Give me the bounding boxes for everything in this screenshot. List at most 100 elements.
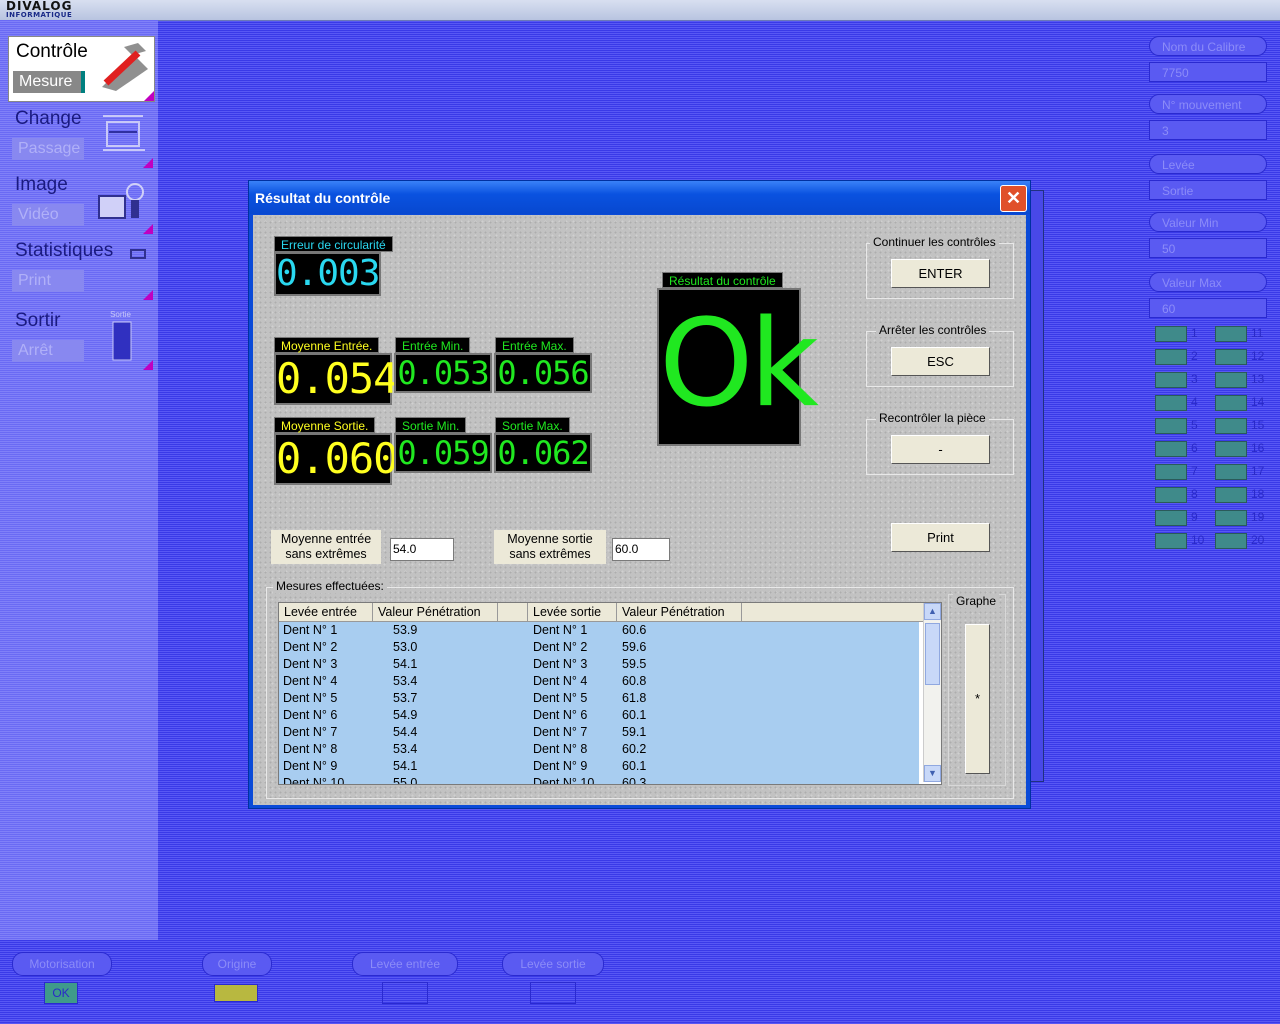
led-indicator <box>1155 349 1187 365</box>
motorisation-status: OK <box>44 982 78 1004</box>
levee-entree-indicator <box>382 982 428 1004</box>
cell-levee-sortie: Dent N° 7 <box>533 725 588 739</box>
levee-entree-label: Levée entrée <box>352 952 458 976</box>
col-valeur-sortie[interactable]: Valeur Pénétration <box>617 603 742 621</box>
led-number: 10 <box>1191 533 1205 547</box>
menu-sub-arret[interactable]: Arrêt <box>12 340 84 362</box>
scroll-up-icon[interactable]: ▲ <box>924 603 941 620</box>
led-indicator <box>1215 441 1247 457</box>
cell-levee-sortie: Dent N° 4 <box>533 674 588 688</box>
cell-valeur-sortie: 59.6 <box>622 640 647 654</box>
graphe-button[interactable]: * <box>965 624 990 774</box>
led-number: 5 <box>1191 418 1198 432</box>
menu-sub-video[interactable]: Vidéo <box>12 204 84 226</box>
sortie-max-label: Sortie Max. <box>495 417 570 433</box>
led-indicator <box>1215 372 1247 388</box>
esc-button[interactable]: ESC <box>891 347 990 376</box>
led-indicator <box>1215 487 1247 503</box>
led-number: 12 <box>1251 349 1265 363</box>
change-icon <box>103 115 145 151</box>
col-levee-sortie[interactable]: Levée sortie <box>528 603 617 621</box>
led-indicator <box>1215 395 1247 411</box>
exit-icon <box>112 321 132 361</box>
led-indicator <box>1215 349 1247 365</box>
led-number: 15 <box>1251 418 1265 432</box>
cell-valeur-entree: 53.0 <box>393 640 418 654</box>
moyenne-entree-label: Moyenne Entrée. <box>274 337 380 353</box>
nom-calibre-label: Nom du Calibre <box>1149 36 1267 56</box>
cell-levee-sortie: Dent N° 2 <box>533 640 588 654</box>
table-row[interactable]: Dent N° 7 54.4 Dent N° 7 59.1 <box>279 724 919 742</box>
led-indicator <box>1155 533 1187 549</box>
mouvement-label: N° mouvement <box>1149 94 1267 114</box>
cell-valeur-sortie: 59.1 <box>622 725 647 739</box>
cell-valeur-entree: 53.7 <box>393 691 418 705</box>
scroll-down-icon[interactable]: ▼ <box>924 765 941 782</box>
enter-button[interactable]: ENTER <box>891 259 990 288</box>
sidebar: Contrôle Mesure Change Passage Image Vid… <box>0 20 158 940</box>
table-row[interactable]: Dent N° 10 55.0 Dent N° 10 60.3 <box>279 775 919 785</box>
cell-levee-entree: Dent N° 2 <box>283 640 338 654</box>
menu-sub-passage[interactable]: Passage <box>12 138 84 160</box>
menu-sub-mesure[interactable]: Mesure <box>13 71 85 93</box>
led-number: 6 <box>1191 441 1198 455</box>
arreter-label: Arrêter les contrôles <box>876 323 990 337</box>
col-levee-entree[interactable]: Levée entrée <box>279 603 373 621</box>
entree-max-display: 0.056 <box>494 353 592 393</box>
moy-entree-sans-input[interactable]: 54.0 <box>390 538 454 561</box>
cell-valeur-entree: 53.9 <box>393 623 418 637</box>
cell-valeur-sortie: 60.1 <box>622 708 647 722</box>
circularite-label: Erreur de circularité <box>274 236 393 252</box>
recontroler-button[interactable]: - <box>891 435 990 464</box>
cell-valeur-entree: 54.4 <box>393 725 418 739</box>
led-number: 17 <box>1251 464 1265 478</box>
menu-image[interactable]: Image Vidéo <box>8 170 153 234</box>
table-row[interactable]: Dent N° 9 54.1 Dent N° 9 60.1 <box>279 758 919 776</box>
led-indicator <box>1155 395 1187 411</box>
menu-title: Contrôle <box>16 41 88 62</box>
table-row[interactable]: Dent N° 2 53.0 Dent N° 2 59.6 <box>279 639 919 657</box>
led-indicator <box>1155 441 1187 457</box>
col-valeur-entree[interactable]: Valeur Pénétration <box>373 603 498 621</box>
moy-sortie-sans-input[interactable]: 60.0 <box>612 538 670 561</box>
led-number: 7 <box>1191 464 1198 478</box>
printer-icon <box>130 249 146 259</box>
cell-valeur-entree: 55.0 <box>393 776 418 785</box>
table-row[interactable]: Dent N° 8 53.4 Dent N° 8 60.2 <box>279 741 919 759</box>
close-icon[interactable]: ✕ <box>1000 185 1027 212</box>
led-number: 13 <box>1251 372 1265 386</box>
menu-controle[interactable]: Contrôle Mesure <box>8 36 155 102</box>
cell-valeur-sortie: 60.8 <box>622 674 647 688</box>
print-button[interactable]: Print <box>891 523 990 552</box>
col-spacer[interactable] <box>498 603 528 621</box>
table-row[interactable]: Dent N° 6 54.9 Dent N° 6 60.1 <box>279 707 919 725</box>
led-number: 9 <box>1191 510 1198 524</box>
levee-value: Sortie <box>1149 180 1267 200</box>
dialog-title: Résultat du contrôle <box>255 190 391 206</box>
table-row[interactable]: Dent N° 1 53.9 Dent N° 1 60.6 <box>279 622 919 640</box>
nom-calibre-value: 7750 <box>1149 62 1267 82</box>
table-scrollbar[interactable]: ▲ ▼ <box>923 603 941 782</box>
cell-levee-sortie: Dent N° 5 <box>533 691 588 705</box>
cell-levee-entree: Dent N° 1 <box>283 623 338 637</box>
cell-levee-entree: Dent N° 6 <box>283 708 338 722</box>
menu-sortir[interactable]: Sortir Arrêt Sortie <box>8 306 153 370</box>
menu-change[interactable]: Change Passage <box>8 104 153 168</box>
scroll-thumb[interactable] <box>925 623 940 685</box>
levee-sortie-label: Levée sortie <box>502 952 604 976</box>
entree-min-display: 0.053 <box>394 353 492 393</box>
menu-statistiques[interactable]: Statistiques Print <box>8 236 153 300</box>
caliper-icon <box>102 43 148 91</box>
dialog-titlebar[interactable]: Résultat du contrôle ✕ <box>249 181 1030 214</box>
mesures-label: Mesures effectuées: <box>273 579 387 593</box>
cell-levee-sortie: Dent N° 1 <box>533 623 588 637</box>
motorisation-label: Motorisation <box>12 952 112 976</box>
origine-indicator <box>214 984 258 1002</box>
led-indicator <box>1215 326 1247 342</box>
table-row[interactable]: Dent N° 4 53.4 Dent N° 4 60.8 <box>279 673 919 691</box>
table-row[interactable]: Dent N° 5 53.7 Dent N° 5 61.8 <box>279 690 919 708</box>
table-row[interactable]: Dent N° 3 54.1 Dent N° 3 59.5 <box>279 656 919 674</box>
menu-sub-print[interactable]: Print <box>12 270 84 292</box>
origine-label: Origine <box>202 952 272 976</box>
led-number: 19 <box>1251 510 1265 524</box>
